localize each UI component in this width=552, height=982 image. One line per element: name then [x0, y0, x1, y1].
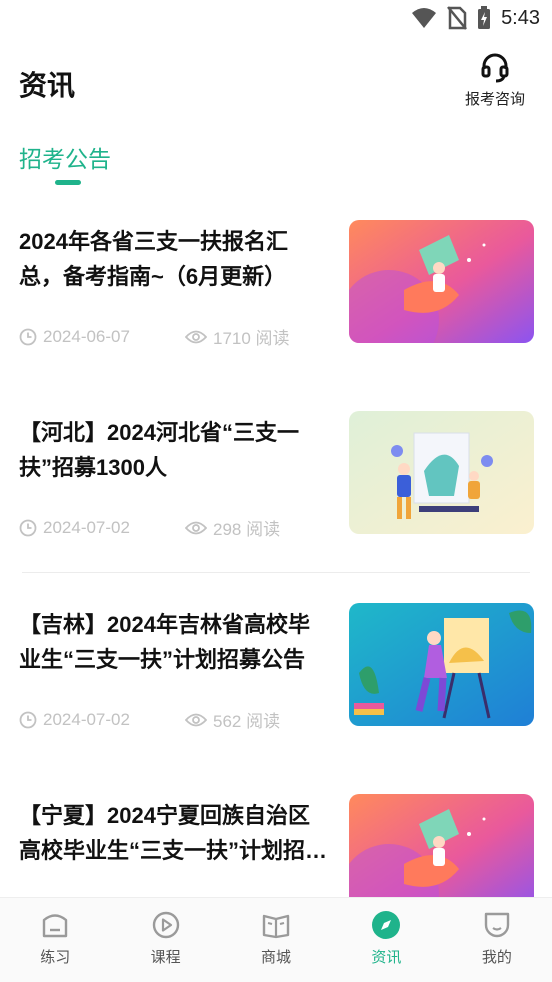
rocket-illustration: [349, 794, 534, 897]
article-views: 1710 阅读: [213, 329, 290, 348]
nav-news[interactable]: 资讯: [331, 898, 441, 982]
nav-label: 我的: [481, 949, 512, 966]
consult-button[interactable]: 报考咨询: [460, 52, 530, 109]
article-thumbnail[interactable]: [349, 220, 534, 343]
bottom-nav: 练习 课程 商城 资讯 我的: [0, 897, 552, 982]
eye-icon: [185, 713, 207, 726]
nav-courses[interactable]: 课程: [110, 898, 220, 982]
article-date: 2024-07-02: [43, 517, 130, 537]
status-bar: 5:43: [0, 0, 552, 38]
article-meta: 2024-07-02 298 阅读: [19, 515, 280, 540]
article-meta: 2024-06-07 1710 阅读: [19, 324, 290, 349]
article-item[interactable]: 2024年各省三支一扶报名汇总，备考指南~（6月更新） 2024-06-07 1…: [0, 200, 552, 380]
category-tabs: 招考公告: [19, 140, 111, 185]
wifi-icon: [412, 8, 437, 28]
nav-label: 资讯: [371, 949, 402, 966]
article-meta: 2024-07-02 562 阅读: [19, 707, 280, 732]
article-date: 2024-06-07: [43, 326, 130, 346]
eye-icon: [185, 330, 207, 343]
nav-label: 课程: [150, 949, 181, 966]
clock-icon: [19, 519, 37, 536]
article-thumbnail[interactable]: [349, 411, 534, 534]
article-item[interactable]: 【吉林】2024年吉林省高校毕业生“三支一扶”计划招募公告 2024-07-02…: [0, 583, 552, 763]
nav-practice[interactable]: 练习: [0, 898, 110, 982]
artist-easel-illustration: [349, 603, 534, 726]
consult-label: 报考咨询: [464, 91, 525, 108]
header: 资讯 报考咨询: [0, 52, 552, 112]
article-item[interactable]: 【宁夏】2024宁夏回族自治区高校毕业生“三支一扶”计划招募公告: [0, 774, 552, 897]
painting-illustration: [349, 411, 534, 534]
page-title: 资讯: [19, 70, 76, 101]
eye-icon: [185, 521, 207, 534]
battery-charging-icon: [478, 6, 491, 29]
nav-mall[interactable]: 商城: [221, 898, 331, 982]
article-title: 【宁夏】2024宁夏回族自治区高校毕业生“三支一扶”计划招募公告: [19, 803, 328, 863]
headset-icon: [481, 53, 509, 83]
compass-icon: [372, 911, 401, 939]
article-list[interactable]: 2024年各省三支一扶报名汇总，备考指南~（6月更新） 2024-06-07 1…: [0, 200, 552, 897]
article-date: 2024-07-02: [43, 709, 130, 729]
article-title: 2024年各省三支一扶报名汇总，备考指南~（6月更新）: [19, 229, 288, 289]
article-views: 562 阅读: [213, 712, 281, 731]
book-icon: [262, 914, 290, 939]
no-sim-icon: [447, 6, 468, 30]
practice-icon: [43, 914, 68, 938]
play-icon: [152, 911, 179, 939]
nav-label: 商城: [261, 949, 292, 966]
clock-icon: [19, 711, 37, 728]
article-title: 【吉林】2024年吉林省高校毕业生“三支一扶”计划招募公告: [19, 612, 310, 672]
article-thumbnail[interactable]: [349, 603, 534, 726]
divider: [22, 572, 530, 573]
article-views: 298 阅读: [213, 520, 281, 539]
article-thumbnail[interactable]: [349, 794, 534, 897]
tab-recruitment-notice[interactable]: 招考公告: [19, 140, 111, 174]
profile-icon: [484, 912, 510, 938]
article-title: 【河北】2024河北省“三支一扶”招募1300人: [19, 420, 299, 480]
nav-label: 练习: [40, 949, 71, 966]
tab-indicator: [55, 180, 81, 185]
status-time: 5:43: [501, 6, 540, 29]
article-item[interactable]: 【河北】2024河北省“三支一扶”招募1300人 2024-07-02 298 …: [0, 391, 552, 571]
clock-icon: [19, 328, 37, 345]
rocket-illustration: [349, 220, 534, 343]
nav-profile[interactable]: 我的: [442, 898, 552, 982]
